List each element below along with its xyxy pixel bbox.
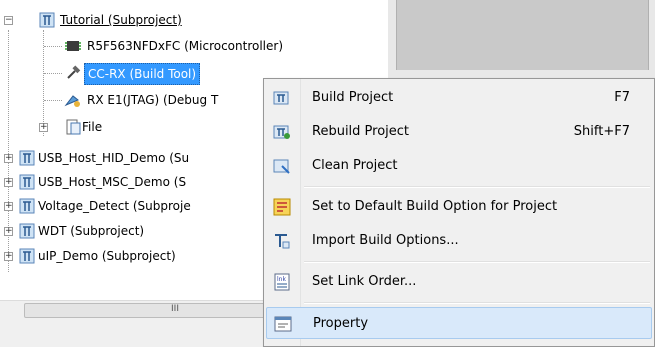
tree-item-label: CC-RX (Build Tool): [84, 63, 201, 85]
default-build-option-icon: [273, 198, 291, 216]
tree-item-label: Voltage_Detect (Subproje: [38, 199, 191, 213]
menu-item-label: Clean Project: [312, 158, 398, 173]
expand-icon[interactable]: +: [4, 178, 13, 187]
menu-item-label: Import Build Options...: [312, 233, 459, 248]
menu-item-build-project[interactable]: Build Project F7: [266, 82, 652, 114]
menu-item-label: Build Project: [312, 90, 394, 105]
scroll-grip: III: [171, 304, 179, 314]
clean-project-icon: [273, 157, 291, 175]
menu-item-property[interactable]: Property: [266, 307, 652, 339]
expand-icon[interactable]: +: [4, 202, 13, 211]
menu-item-label: Set to Default Build Option for Project: [312, 199, 558, 214]
subproject-icon: [18, 222, 36, 240]
debug-tool-icon: [64, 91, 82, 109]
menu-item-label: Rebuild Project: [312, 124, 410, 139]
tree-item-label: USB_Host_HID_Demo (Su: [38, 151, 190, 165]
subproject-icon: [18, 149, 36, 167]
context-menu: Build Project F7 Rebuild Project Shift+F…: [263, 78, 655, 347]
tree-item-label: Tutorial (Subproject): [60, 13, 182, 27]
menu-item-label: Set Link Order...: [312, 274, 417, 289]
import-build-options-icon: [273, 232, 291, 250]
menu-item-set-link-order[interactable]: lnk Set Link Order...: [266, 266, 652, 298]
hammer-icon: [64, 64, 82, 82]
tree-item-label: USB_Host_MSC_Demo (S: [38, 175, 187, 189]
svg-text:lnk: lnk: [277, 276, 286, 283]
subproject-icon: [38, 11, 56, 29]
collapse-icon[interactable]: −: [4, 16, 13, 25]
property-icon: [274, 315, 292, 333]
menu-separator: [304, 186, 650, 188]
file-folder-icon: [64, 118, 82, 136]
tree-item-label: uIP_Demo (Subproject): [38, 249, 176, 263]
subproject-icon: [18, 197, 36, 215]
expand-icon[interactable]: +: [4, 252, 13, 261]
tree-item-label: R5F563NFDxFC (Microcontroller): [87, 39, 284, 53]
subproject-icon: [18, 173, 36, 191]
menu-separator: [304, 302, 650, 304]
subproject-icon: [18, 247, 36, 265]
tree-item-label: WDT (Subproject): [38, 224, 145, 238]
build-project-icon: [273, 89, 291, 107]
menu-separator: [304, 261, 650, 263]
menu-item-shortcut: Shift+F7: [573, 124, 630, 139]
menu-item-clean-project[interactable]: Clean Project: [266, 150, 652, 182]
menu-item-default-build-option[interactable]: Set to Default Build Option for Project: [266, 191, 652, 223]
chip-icon: [64, 37, 82, 55]
tree-item-tutorial[interactable]: − Tutorial (Subproject): [0, 10, 380, 30]
expand-icon[interactable]: +: [4, 154, 13, 163]
tree-item-label: File: [82, 120, 103, 134]
tree-item-microcontroller[interactable]: R5F563NFDxFC (Microcontroller): [0, 36, 380, 56]
rebuild-project-icon: [273, 123, 291, 141]
menu-item-label: Property: [313, 316, 369, 331]
editor-pane: [396, 0, 649, 70]
menu-item-shortcut: F7: [614, 90, 630, 105]
menu-item-import-build-options[interactable]: Import Build Options...: [266, 225, 652, 257]
expand-icon[interactable]: +: [39, 123, 48, 132]
expand-icon[interactable]: +: [4, 227, 13, 236]
tree-item-label: RX E1(JTAG) (Debug T: [87, 93, 219, 107]
menu-item-rebuild-project[interactable]: Rebuild Project Shift+F7: [266, 116, 652, 148]
link-order-icon: lnk: [273, 273, 291, 291]
